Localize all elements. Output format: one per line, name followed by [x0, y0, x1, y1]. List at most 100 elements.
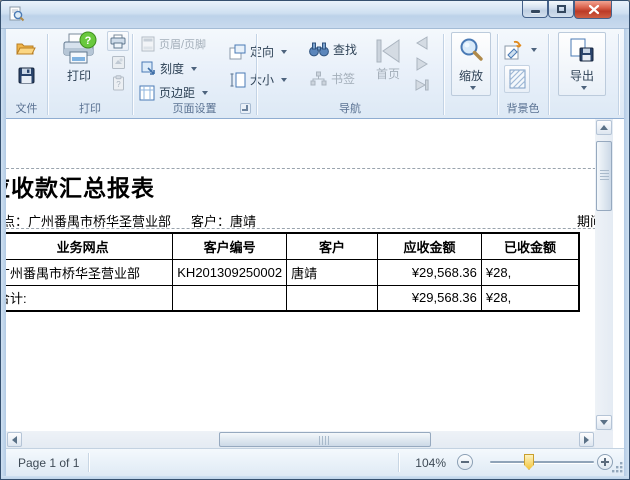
magnifier-icon	[458, 37, 484, 63]
watermark-icon	[509, 69, 526, 89]
bookmarks-button[interactable]: 书签	[310, 70, 355, 87]
table-row: 广州番禺市桥华圣营业部 KH201309250002 唐靖 ¥29,568.36…	[6, 259, 579, 285]
minimize-button[interactable]	[522, 1, 548, 18]
close-icon	[575, 1, 613, 19]
export-icon	[569, 38, 595, 64]
statusbar-separator	[88, 453, 89, 472]
report-table: 业务网点 客户编号 客户 应收金额 已收金额 广州番禺市桥华圣营业部 KH201…	[6, 232, 580, 312]
minimize-icon	[531, 10, 540, 13]
cell-empty	[287, 285, 378, 311]
fill-color-button[interactable]	[502, 39, 537, 61]
arrow-right-icon	[584, 436, 589, 444]
save-icon	[18, 67, 35, 84]
printer-icon: ?	[61, 31, 97, 67]
cell-total-label: 合计:	[6, 285, 173, 311]
svg-text:?: ?	[116, 80, 121, 89]
scale-button[interactable]: 刻度	[141, 60, 197, 77]
first-page-button[interactable]: 首页	[369, 37, 407, 82]
group-page-setup: 页眉/页脚 刻度 页边距	[133, 29, 256, 118]
zoom-level: 104%	[404, 456, 446, 470]
watermark-button[interactable]	[504, 65, 530, 93]
find-button[interactable]: 查找	[309, 41, 357, 58]
window-border-left	[1, 29, 6, 479]
zoom-in-button[interactable]	[597, 454, 613, 470]
resize-grip-icon[interactable]	[612, 462, 623, 473]
open-button[interactable]	[15, 38, 37, 58]
horizontal-scroll-thumb[interactable]	[219, 432, 431, 447]
quick-print-button[interactable]	[107, 31, 129, 51]
last-page-button[interactable]	[411, 75, 433, 95]
first-page-label: 首页	[376, 65, 400, 82]
col-header-customer: 客户	[287, 233, 378, 259]
scroll-down-button[interactable]	[596, 415, 612, 430]
cell-received: ¥28,	[481, 259, 579, 285]
previous-page-button[interactable]	[411, 33, 433, 53]
close-button[interactable]	[574, 1, 612, 19]
titlebar[interactable]	[1, 1, 629, 29]
print-preview-icon	[9, 6, 25, 27]
margins-icon	[139, 85, 155, 101]
binoculars-icon	[309, 42, 329, 57]
scroll-right-button[interactable]	[579, 432, 594, 447]
chevron-down-icon	[531, 48, 537, 52]
arrow-left-icon	[12, 436, 17, 444]
bookmarks-label: 书签	[331, 70, 355, 87]
group-background: 背景色	[498, 29, 548, 118]
chevron-down-icon	[191, 67, 197, 71]
ribbon: 文件 ? 打印	[6, 29, 626, 119]
export-button[interactable]: 导出	[558, 32, 606, 96]
open-folder-icon	[16, 40, 36, 56]
maximize-button[interactable]	[548, 1, 574, 18]
col-header-receivable: 应收金额	[377, 233, 481, 259]
cell-outlet: 广州番禺市桥华圣营业部	[6, 259, 173, 285]
margins-label: 页边距	[159, 84, 195, 101]
print-dialog-button[interactable]: ?	[107, 73, 129, 93]
fill-color-icon	[502, 39, 524, 61]
zoom-slider-thumb[interactable]	[524, 454, 534, 470]
bookmarks-icon	[310, 71, 327, 86]
chevron-down-icon	[581, 86, 587, 90]
scale-icon	[141, 61, 156, 76]
last-page-icon	[414, 77, 430, 93]
page-setup-dialog-launcher[interactable]	[240, 103, 251, 114]
cell-total-receivable: ¥29,568.36	[377, 285, 481, 311]
scroll-left-button[interactable]	[7, 432, 22, 447]
arrow-up-icon	[600, 125, 608, 130]
table-total-row: 合计: ¥29,568.36 ¥28,	[6, 285, 579, 311]
group-export: 导出	[549, 29, 618, 118]
save-button[interactable]	[15, 65, 37, 85]
first-page-icon	[373, 37, 403, 65]
export-button-label: 导出	[570, 67, 594, 84]
cell-customer: 唐靖	[287, 259, 378, 285]
scale-label: 刻度	[160, 60, 184, 77]
thumb-grip	[319, 436, 331, 445]
maximize-icon	[557, 5, 566, 13]
print-options-icon	[111, 55, 126, 70]
find-label: 查找	[333, 41, 357, 58]
header-footer-button[interactable]: 页眉/页脚	[141, 36, 206, 52]
zoom-out-button[interactable]	[457, 454, 473, 470]
statusbar-separator	[398, 453, 399, 472]
orientation-icon	[229, 44, 246, 60]
cell-customer-id: KH201309250002	[173, 259, 287, 285]
next-page-button[interactable]	[411, 54, 433, 74]
scroll-up-button[interactable]	[596, 120, 612, 135]
print-button[interactable]: ? 打印	[56, 31, 102, 84]
group-file: 文件	[6, 29, 47, 118]
margins-button[interactable]: 页边距	[139, 84, 208, 101]
header-footer-label: 页眉/页脚	[159, 36, 206, 52]
col-header-received: 已收金额	[481, 233, 579, 259]
vertical-scroll-thumb[interactable]	[596, 141, 612, 211]
thumb-grip	[600, 170, 609, 182]
report-page: 应收款汇总报表 网点：广州番禺市桥华圣营业部 客户：唐靖 期间 业务网点 客户编…	[6, 119, 595, 431]
print-options-button[interactable]	[107, 52, 129, 72]
size-icon	[229, 72, 246, 88]
zoom-button[interactable]: 缩放	[451, 32, 491, 96]
group-label-print: 打印	[48, 100, 132, 116]
cell-total-received: ¥28,	[481, 285, 579, 311]
zoom-slider-track[interactable]	[490, 461, 594, 463]
group-navigation: 查找 书签 首页	[257, 29, 443, 118]
quick-print-icon	[110, 34, 126, 49]
horizontal-scrollbar[interactable]	[6, 431, 595, 448]
vertical-scrollbar[interactable]	[595, 119, 613, 431]
